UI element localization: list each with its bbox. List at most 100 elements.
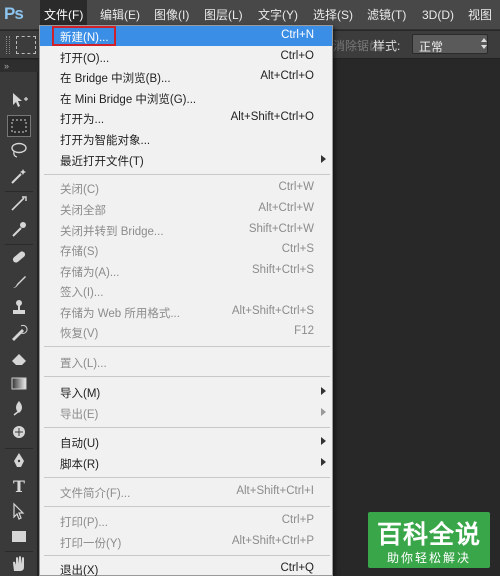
menu-item-label: 脚本(R) — [60, 459, 99, 471]
menu-item-label: 文件简介(F)... — [60, 488, 131, 500]
menu-item-shortcut: Ctrl+N — [281, 29, 314, 41]
menu-item-shortcut: F12 — [294, 325, 314, 337]
tools-panel-collapse[interactable]: » — [0, 60, 38, 72]
menu-item-save-for-web[interactable]: 存储为 Web 所用格式... Alt+Shift+Ctrl+S — [40, 302, 332, 322]
menu-item-scripts[interactable]: 脚本(R) — [40, 453, 332, 473]
menu-item-open-smart-object[interactable]: 打开为智能对象... — [40, 129, 332, 149]
menu-item-label: 导出(E) — [60, 409, 99, 421]
menu-separator — [44, 506, 330, 507]
menu-item-label: 最近打开文件(T) — [60, 156, 144, 168]
menu-item-label: 置入(L)... — [60, 358, 107, 370]
crop-tool-icon[interactable] — [7, 194, 31, 216]
menu-item-exit[interactable]: 退出(X) Ctrl+Q — [40, 559, 332, 576]
options-bar-grip[interactable] — [6, 36, 10, 54]
menu-item-shortcut: Ctrl+P — [281, 514, 314, 526]
watermark-title: 百科全说 — [376, 520, 481, 549]
marquee-tool-icon[interactable] — [7, 115, 31, 137]
menu-separator — [44, 346, 330, 347]
menu-separator — [44, 174, 330, 175]
menu-item-browse-bridge[interactable]: 在 Bridge 中浏览(B)... Alt+Ctrl+O — [40, 67, 332, 87]
menu-item-label: 关闭全部 — [60, 205, 106, 217]
menu-item-recent-files[interactable]: 最近打开文件(T) — [40, 150, 332, 170]
menu-item-save-as[interactable]: 存储为(A)... Shift+Ctrl+S — [40, 261, 332, 281]
submenu-arrow-icon — [321, 408, 326, 416]
menu-item-shortcut: Ctrl+Q — [280, 562, 314, 574]
submenu-arrow-icon — [321, 458, 326, 466]
path-selection-tool-icon[interactable] — [7, 501, 31, 523]
menu-item-browse-mini-bridge[interactable]: 在 Mini Bridge 中浏览(G)... — [40, 88, 332, 108]
menu-item-print[interactable]: 打印(P)... Ctrl+P — [40, 511, 332, 531]
menu-item-label: 导入(M) — [60, 388, 101, 400]
menu-item-label: 恢复(V) — [60, 328, 99, 340]
pen-tool-icon[interactable] — [7, 451, 31, 473]
menu-separator — [44, 376, 330, 377]
menu-item-shortcut: Alt+Shift+Ctrl+P — [231, 535, 314, 547]
menu-item-label: 在 Bridge 中浏览(B)... — [60, 73, 171, 85]
brush-tool-icon[interactable] — [7, 272, 31, 294]
type-tool-icon[interactable]: T — [7, 476, 31, 498]
eraser-tool-icon[interactable] — [7, 348, 31, 370]
menu-3d[interactable]: 3D(D) — [418, 0, 458, 30]
menu-item-shortcut: Alt+Ctrl+O — [260, 70, 314, 82]
tools-divider — [5, 244, 33, 245]
healing-brush-tool-icon[interactable] — [7, 247, 31, 269]
menu-item-print-one-copy[interactable]: 打印一份(Y) Alt+Shift+Ctrl+P — [40, 532, 332, 552]
rectangle-tool-icon[interactable] — [7, 526, 31, 548]
menu-item-label: 存储为(A)... — [60, 267, 120, 279]
menu-item-label: 打印一份(Y) — [60, 538, 122, 550]
style-label: 样式: — [373, 39, 401, 53]
menu-item-shortcut: Alt+Ctrl+W — [258, 202, 314, 214]
menu-item-save[interactable]: 存储(S) Ctrl+S — [40, 240, 332, 260]
tools-divider — [5, 191, 33, 192]
menu-item-close-go-bridge[interactable]: 关闭并转到 Bridge... Shift+Ctrl+W — [40, 220, 332, 240]
menu-item-revert[interactable]: 恢复(V) F12 — [40, 322, 332, 342]
magic-wand-tool-icon[interactable] — [7, 166, 31, 188]
dodge-tool-icon[interactable] — [7, 423, 31, 445]
menu-item-check-in[interactable]: 签入(I)... — [40, 281, 332, 301]
tool-preset-picker[interactable] — [16, 36, 36, 54]
menu-item-shortcut: Shift+Ctrl+S — [252, 264, 314, 276]
menu-item-place[interactable]: 置入(L)... — [40, 352, 332, 372]
menu-item-file-info[interactable]: 文件简介(F)... Alt+Shift+Ctrl+I — [40, 482, 332, 502]
watermark-logo: 百科全说 助你轻松解决 — [368, 512, 490, 568]
tools-panel: » T — [0, 60, 38, 576]
style-select-value: 正常 — [419, 40, 444, 54]
watermark-subtitle: 助你轻松解决 — [386, 551, 471, 565]
photoshop-logo: Ps — [4, 4, 24, 23]
menu-separator — [44, 555, 330, 556]
menu-filter[interactable]: 滤镜(T) — [363, 0, 410, 30]
file-menu-dropdown: 新建(N)... Ctrl+N 打开(O)... Ctrl+O 在 Bridge… — [39, 25, 333, 576]
lasso-tool-icon[interactable] — [7, 140, 31, 162]
hand-tool-icon[interactable] — [7, 554, 31, 576]
menu-item-label: 自动(U) — [60, 438, 99, 450]
blur-tool-icon[interactable] — [7, 398, 31, 420]
history-brush-tool-icon[interactable] — [7, 323, 31, 345]
menu-item-label: 关闭并转到 Bridge... — [60, 226, 164, 238]
menu-item-shortcut: Alt+Shift+Ctrl+I — [236, 485, 314, 497]
menu-item-import[interactable]: 导入(M) — [40, 382, 332, 402]
submenu-arrow-icon — [321, 155, 326, 163]
menu-item-label: 关闭(C) — [60, 184, 99, 196]
menu-item-automate[interactable]: 自动(U) — [40, 432, 332, 452]
clone-stamp-tool-icon[interactable] — [7, 298, 31, 320]
menu-item-close[interactable]: 关闭(C) Ctrl+W — [40, 178, 332, 198]
move-tool-icon[interactable] — [7, 90, 31, 112]
menu-item-label: 退出(X) — [60, 565, 99, 576]
submenu-arrow-icon — [321, 387, 326, 395]
menu-item-shortcut: Alt+Shift+Ctrl+O — [230, 111, 314, 123]
menu-item-open[interactable]: 打开(O)... Ctrl+O — [40, 47, 332, 67]
tools-divider — [5, 448, 33, 449]
gradient-tool-icon[interactable] — [7, 373, 31, 395]
tools-divider — [5, 551, 33, 552]
menu-item-label: 打印(P)... — [60, 517, 108, 529]
eyedropper-tool-icon[interactable] — [7, 219, 31, 241]
style-select[interactable]: 正常 — [412, 34, 488, 54]
menu-item-close-all[interactable]: 关闭全部 Alt+Ctrl+W — [40, 199, 332, 219]
menu-view[interactable]: 视图(V) — [464, 0, 500, 52]
menu-item-open-as[interactable]: 打开为... Alt+Shift+Ctrl+O — [40, 108, 332, 128]
menu-item-export[interactable]: 导出(E) — [40, 403, 332, 423]
menu-item-label: 打开为... — [60, 114, 105, 126]
menu-item-shortcut: Ctrl+W — [278, 181, 314, 193]
menu-item-shortcut: Alt+Shift+Ctrl+S — [231, 305, 314, 317]
menu-item-label: 打开(O)... — [60, 53, 110, 65]
